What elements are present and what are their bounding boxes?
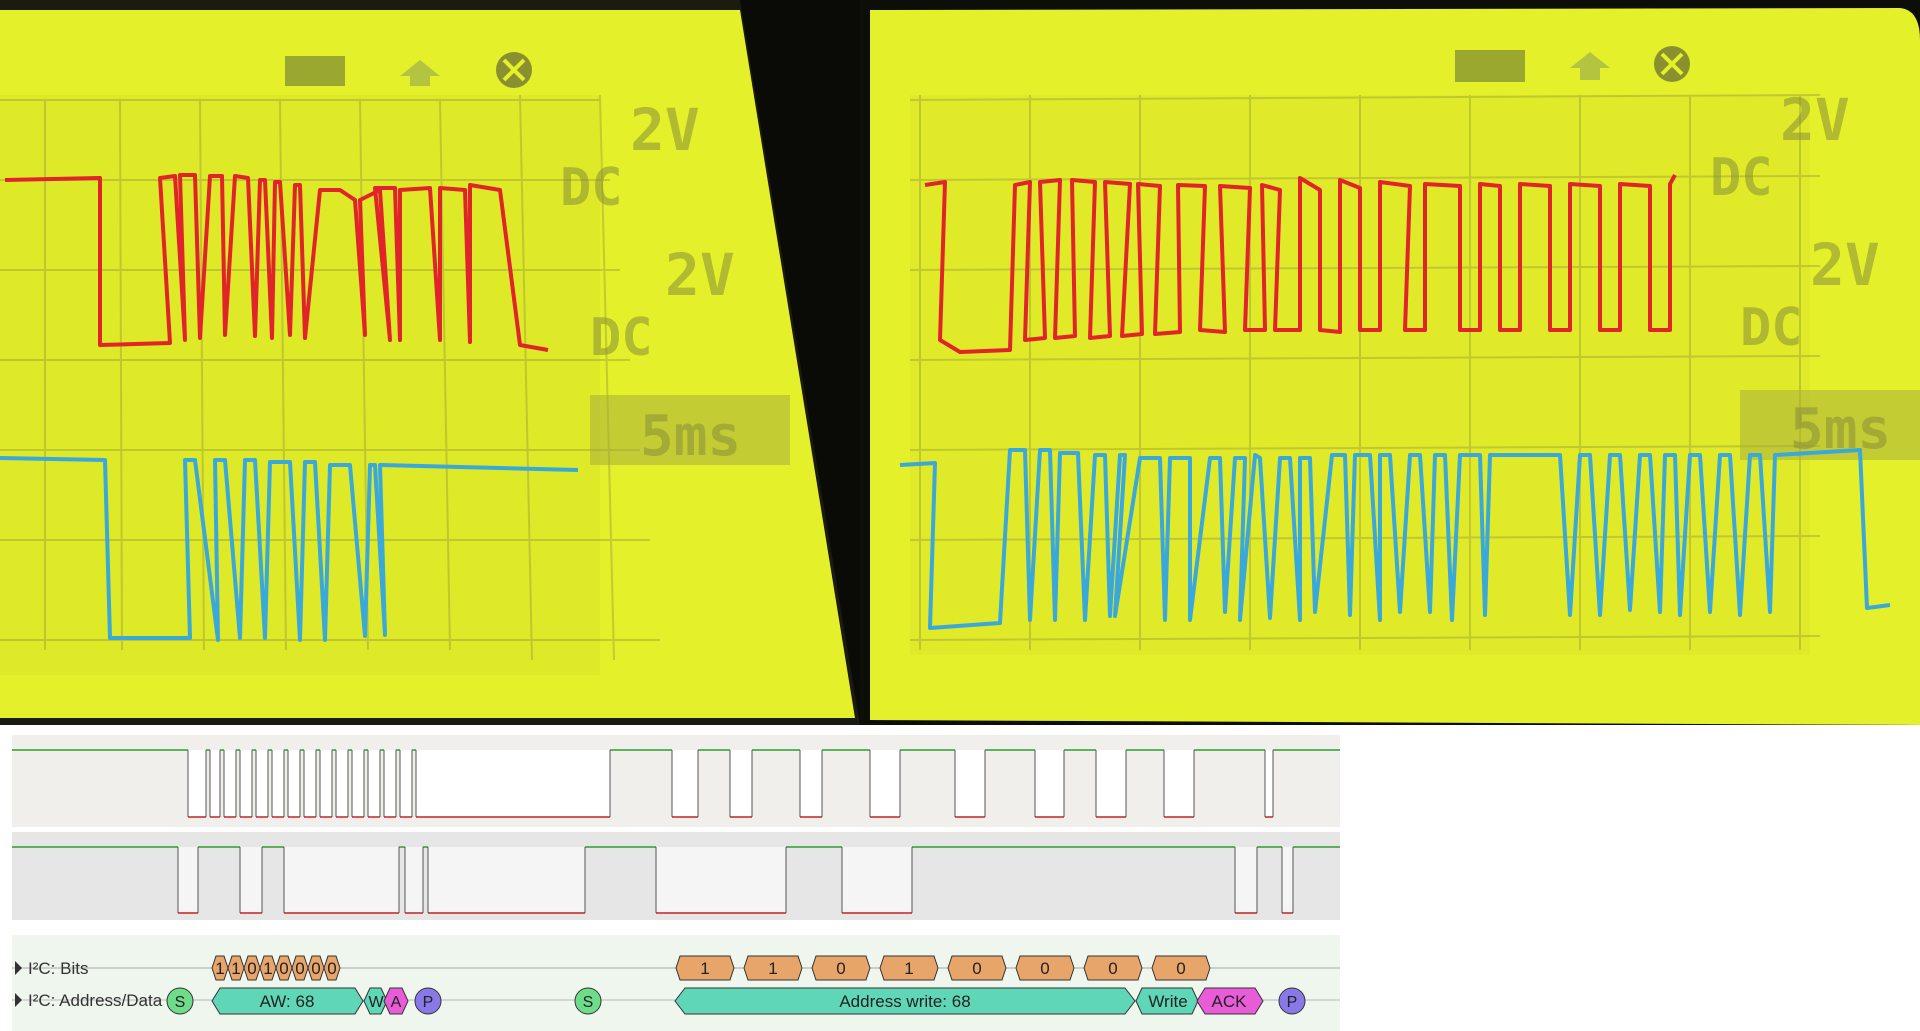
- bit-value: 1: [904, 959, 913, 978]
- low-region: [405, 847, 423, 913]
- g2-write-text: Write: [1148, 992, 1187, 1011]
- low-region: [416, 750, 610, 817]
- bit-value: 1: [700, 959, 709, 978]
- row-label-address: I²C: Address/Data: [28, 991, 163, 1010]
- bit-value: 0: [836, 959, 845, 978]
- low-region: [188, 750, 206, 817]
- bit-value: 0: [1040, 959, 1049, 978]
- low-region: [1282, 847, 1293, 913]
- ch1-coupling-label: DC: [1710, 148, 1773, 208]
- bit-value: 1: [768, 959, 777, 978]
- low-region: [284, 847, 399, 913]
- right-scope-screen: 2V DC 2V DC 5ms: [860, 0, 1920, 725]
- ch2-volts-label: 2V: [1810, 231, 1880, 299]
- g1-stop-text: P: [423, 994, 434, 1011]
- low-region: [870, 750, 900, 817]
- low-region: [1235, 847, 1257, 913]
- bit-value: 1: [263, 959, 272, 978]
- bit-value: 0: [1176, 959, 1185, 978]
- bit-value: 0: [295, 959, 304, 978]
- left-scope-screen: 2V DC 2V DC 5ms: [0, 0, 860, 725]
- low-region: [400, 750, 412, 817]
- battery-icon: [1455, 50, 1525, 82]
- low-region: [1096, 750, 1126, 817]
- g2-ack-text: ACK: [1212, 992, 1248, 1011]
- low-region: [656, 847, 786, 913]
- bit-value: 0: [279, 959, 288, 978]
- low-region: [368, 750, 380, 817]
- low-region: [240, 750, 252, 817]
- ch1-volts-label: 2V: [630, 96, 700, 164]
- bit-value: 0: [327, 959, 336, 978]
- low-region: [800, 750, 822, 817]
- low-region: [1265, 750, 1273, 817]
- g1-ack-text: A: [391, 994, 402, 1011]
- low-region: [1164, 750, 1194, 817]
- low-region: [428, 847, 585, 913]
- decoder-panel: [12, 935, 1340, 1031]
- low-region: [240, 847, 262, 913]
- low-region: [336, 750, 348, 817]
- low-region: [256, 750, 268, 817]
- low-region: [1035, 750, 1064, 817]
- low-region: [842, 847, 912, 913]
- low-region: [730, 750, 752, 817]
- ch2-coupling-label: DC: [1740, 298, 1803, 358]
- bit-value: 0: [311, 959, 320, 978]
- bit-value: 0: [247, 959, 256, 978]
- low-region: [672, 750, 698, 817]
- bit-value: 1: [231, 959, 240, 978]
- low-region: [272, 750, 284, 817]
- battery-icon: [285, 56, 345, 86]
- low-region: [178, 847, 198, 913]
- timebase-label: 5ms: [640, 404, 741, 469]
- low-region: [352, 750, 364, 817]
- low-region: [210, 750, 220, 817]
- ch2-coupling-label: DC: [590, 308, 653, 368]
- low-region: [288, 750, 300, 817]
- low-region: [304, 750, 316, 817]
- right-scope-photo: 2V DC 2V DC 5ms: [860, 0, 1920, 725]
- low-region: [955, 750, 985, 817]
- ch1-coupling-label: DC: [560, 158, 623, 218]
- g1-start-text: S: [175, 994, 186, 1011]
- low-region: [320, 750, 332, 817]
- left-scope-photo: 2V DC 2V DC 5ms: [0, 0, 860, 725]
- low-region: [384, 750, 396, 817]
- low-region: [224, 750, 236, 817]
- bit-value: 1: [215, 959, 224, 978]
- bit-value: 0: [1108, 959, 1117, 978]
- g2-stop-text: P: [1287, 994, 1298, 1011]
- row-label-bits: I²C: Bits: [28, 959, 88, 978]
- g1-write-text: W: [368, 994, 384, 1011]
- g2-address-text: Address write: 68: [839, 992, 970, 1011]
- bit-value: 0: [972, 959, 981, 978]
- ch1-volts-label: 2V: [1780, 86, 1850, 154]
- g2-start-text: S: [583, 994, 594, 1011]
- g1-address-text: AW: 68: [260, 992, 315, 1011]
- ch2-volts-label: 2V: [665, 241, 735, 309]
- logic-analyzer-view: I²C: Bits I²C: Address/Data 11010000 S A…: [12, 735, 1340, 1031]
